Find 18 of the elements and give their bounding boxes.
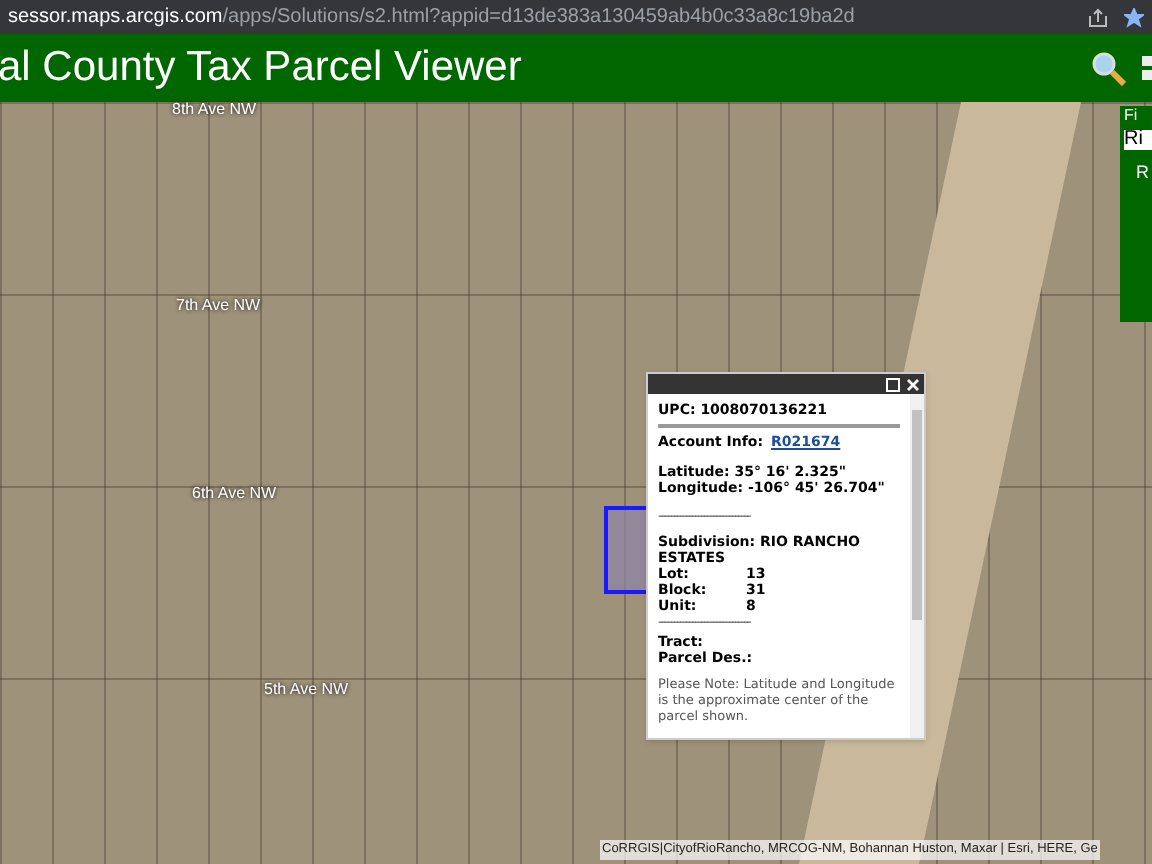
street-label: 8th Ave NW <box>172 98 257 122</box>
grid-icon[interactable] <box>1142 54 1152 82</box>
close-icon[interactable] <box>906 377 920 391</box>
share-icon[interactable] <box>1088 7 1108 27</box>
app-title: al County Tax Parcel Viewer <box>0 42 524 95</box>
panel-input[interactable]: Ri <box>1124 130 1152 150</box>
star-icon[interactable] <box>1124 7 1144 27</box>
url-text[interactable]: sessor.maps.arcgis.com/apps/Solutions/s2.html?appid=d13de383a130459ab4b0c33a8c19ba2d <box>8 2 1088 32</box>
street-label: 6th Ave NW <box>192 482 277 506</box>
satellite-map[interactable] <box>0 102 1152 864</box>
panel-label: Fi <box>1124 108 1138 124</box>
maximize-icon[interactable] <box>886 377 900 391</box>
search-icon[interactable] <box>1090 50 1126 86</box>
street-label: 5th Ave NW <box>264 678 349 702</box>
scrollbar-thumb[interactable] <box>912 410 922 620</box>
scrollbar[interactable] <box>910 394 924 738</box>
street-label: 7th Ave NW <box>176 294 261 318</box>
panel-text: R <box>1136 164 1149 182</box>
